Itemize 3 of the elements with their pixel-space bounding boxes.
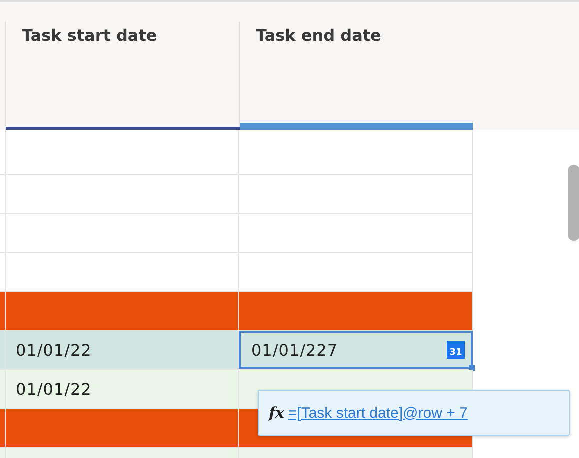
column-title: Task start date — [22, 26, 158, 45]
column-title: Task end date — [256, 26, 382, 45]
formula-icon: fx — [269, 404, 284, 422]
